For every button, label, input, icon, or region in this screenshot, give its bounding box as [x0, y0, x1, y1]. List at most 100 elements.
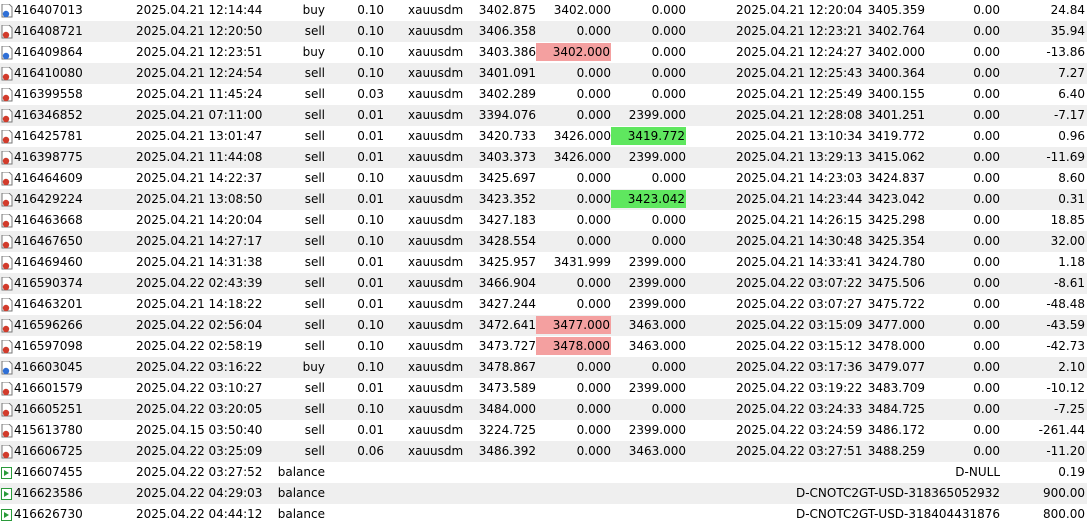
take-profit-cell: 0.000: [651, 87, 686, 101]
close-time-cell: 2025.04.21 14:26:15: [736, 213, 863, 227]
swap-cell: 0.00: [973, 318, 1000, 332]
trade-row[interactable]: 416463201 2025.04.21 14:18:22 sell 0.01 xauu…: [0, 294, 1087, 315]
symbol-cell: xauusdm: [408, 3, 464, 17]
balance-row[interactable]: 416623586 2025.04.22 04:29:03 balance D-CNO…: [0, 483, 1087, 504]
trade-row[interactable]: 416407013 2025.04.21 12:14:44 buy 0.10 xauus…: [0, 0, 1087, 21]
profit-cell: 0.96: [1058, 129, 1085, 143]
stop-loss-cell: 0.000: [576, 381, 611, 395]
trade-row[interactable]: 416425781 2025.04.21 13:01:47 sell 0.01 xauu…: [0, 126, 1087, 147]
trade-row[interactable]: 416399558 2025.04.21 11:45:24 sell 0.03 xauu…: [0, 84, 1087, 105]
stop-loss-cell: 0.000: [576, 297, 611, 311]
open-time-cell: 2025.04.21 14:31:38: [136, 255, 263, 269]
balance-row[interactable]: 416607455 2025.04.22 03:27:52 balance D-NUL…: [0, 462, 1087, 483]
profit-cell: 18.85: [1050, 213, 1085, 227]
ticket-cell: 416623586: [14, 486, 83, 500]
symbol-cell: xauusdm: [408, 87, 464, 101]
close-price-cell: 3483.709: [867, 381, 925, 395]
stop-loss-cell-highlight: 3402.000: [536, 43, 611, 61]
swap-cell: 0.00: [973, 381, 1000, 395]
type-cell: sell: [304, 171, 325, 185]
trade-row[interactable]: 416409864 2025.04.21 12:23:51 buy 0.10 xauus…: [0, 42, 1087, 63]
balance-icon: [1, 462, 13, 483]
swap-cell: 0.00: [973, 402, 1000, 416]
take-profit-cell: 0.000: [651, 66, 686, 80]
stop-loss-cell: 0.000: [576, 24, 611, 38]
ticket-cell: 416407013: [14, 3, 83, 17]
balance-row[interactable]: 416626730 2025.04.22 04:44:12 balance D-CNO…: [0, 504, 1087, 525]
take-profit-cell: 2399.000: [628, 297, 686, 311]
trade-row[interactable]: 416596266 2025.04.22 02:56:04 sell 0.10 xauu…: [0, 315, 1087, 336]
trade-row[interactable]: 416606725 2025.04.22 03:25:09 sell 0.06 xauu…: [0, 441, 1087, 462]
trade-row[interactable]: 416467650 2025.04.21 14:27:17 sell 0.10 xauu…: [0, 231, 1087, 252]
close-time-cell: 2025.04.21 13:29:13: [736, 150, 863, 164]
ticket-cell: 416597098: [14, 339, 83, 353]
type-cell: sell: [304, 66, 325, 80]
swap-cell: 0.00: [973, 108, 1000, 122]
volume-cell: 0.01: [357, 276, 384, 290]
symbol-cell: xauusdm: [408, 381, 464, 395]
trade-row[interactable]: 416464609 2025.04.21 14:22:37 sell 0.10 xauu…: [0, 168, 1087, 189]
swap-cell: 0.00: [973, 339, 1000, 353]
trade-row[interactable]: 416605251 2025.04.22 03:20:05 sell 0.10 xauu…: [0, 399, 1087, 420]
stop-loss-cell: 3426.000: [553, 129, 611, 143]
profit-cell: -13.86: [1046, 45, 1085, 59]
volume-cell: 0.01: [357, 108, 384, 122]
comment-cell: D-NULL: [955, 465, 1000, 479]
volume-cell: 0.10: [357, 45, 384, 59]
trade-row[interactable]: 416601579 2025.04.22 03:10:27 sell 0.01 xauu…: [0, 378, 1087, 399]
open-time-cell: 2025.04.21 14:27:17: [136, 234, 263, 248]
trade-row[interactable]: 416429224 2025.04.21 13:08:50 sell 0.01 xauu…: [0, 189, 1087, 210]
close-time-cell: 2025.04.21 12:24:27: [736, 45, 863, 59]
comment-cell: D-CNOTC2GT-USD-318404431876: [795, 507, 1000, 521]
symbol-cell: xauusdm: [408, 318, 464, 332]
volume-cell: 0.10: [357, 66, 384, 80]
trade-row[interactable]: 416463668 2025.04.21 14:20:04 sell 0.10 xauu…: [0, 210, 1087, 231]
type-cell: sell: [304, 276, 325, 290]
trade-row[interactable]: 415613780 2025.04.15 03:50:40 sell 0.01 xauu…: [0, 420, 1087, 441]
trade-row[interactable]: 416597098 2025.04.22 02:58:19 sell 0.10 xauu…: [0, 336, 1087, 357]
take-profit-cell: 3463.000: [628, 339, 686, 353]
stop-loss-cell: 0.000: [576, 192, 611, 206]
volume-cell: 0.10: [357, 24, 384, 38]
type-cell: sell: [304, 444, 325, 458]
volume-cell: 0.10: [357, 360, 384, 374]
profit-cell: -10.12: [1046, 381, 1085, 395]
type-cell: sell: [304, 87, 325, 101]
stop-loss-cell: 0.000: [576, 108, 611, 122]
sell-icon: [1, 252, 13, 273]
trade-row[interactable]: 416590374 2025.04.22 02:43:39 sell 0.01 xauu…: [0, 273, 1087, 294]
ticket-cell: 416463201: [14, 297, 83, 311]
open-price-cell: 3406.358: [478, 24, 536, 38]
balance-icon: [1, 504, 13, 525]
close-time-cell: 2025.04.21 12:20:04: [736, 3, 863, 17]
volume-cell: 0.03: [357, 87, 384, 101]
symbol-cell: xauusdm: [408, 150, 464, 164]
stop-loss-cell: 0.000: [576, 276, 611, 290]
symbol-cell: xauusdm: [408, 255, 464, 269]
close-price-cell: 3425.298: [867, 213, 925, 227]
swap-cell: 0.00: [973, 423, 1000, 437]
amount-cell: 800.00: [1043, 507, 1085, 521]
time-cell: 2025.04.22 04:29:03: [136, 486, 263, 500]
ticket-cell: 416408721: [14, 24, 83, 38]
amount-cell: 0.19: [1058, 465, 1085, 479]
take-profit-cell: 2399.000: [628, 276, 686, 290]
swap-cell: 0.00: [973, 255, 1000, 269]
ticket-cell: 416398775: [14, 150, 83, 164]
swap-cell: 0.00: [973, 129, 1000, 143]
open-price-cell: 3425.957: [478, 255, 536, 269]
ticket-cell: 416463668: [14, 213, 83, 227]
symbol-cell: xauusdm: [408, 234, 464, 248]
close-time-cell: 2025.04.21 12:23:21: [736, 24, 863, 38]
profit-cell: 32.00: [1050, 234, 1085, 248]
close-price-cell: 3400.155: [867, 87, 925, 101]
close-time-cell: 2025.04.21 14:23:44: [736, 192, 863, 206]
trade-row[interactable]: 416398775 2025.04.21 11:44:08 sell 0.01 xauu…: [0, 147, 1087, 168]
swap-cell: 0.00: [973, 66, 1000, 80]
trade-row[interactable]: 416408721 2025.04.21 12:20:50 sell 0.10 xauu…: [0, 21, 1087, 42]
trade-row[interactable]: 416410080 2025.04.21 12:24:54 sell 0.10 xauu…: [0, 63, 1087, 84]
trade-row[interactable]: 416346852 2025.04.21 07:11:00 sell 0.01 xauu…: [0, 105, 1087, 126]
trade-row[interactable]: 416469460 2025.04.21 14:31:38 sell 0.01 xauu…: [0, 252, 1087, 273]
trade-row[interactable]: 416603045 2025.04.22 03:16:22 buy 0.10 xauus…: [0, 357, 1087, 378]
type-cell: balance: [277, 465, 325, 479]
